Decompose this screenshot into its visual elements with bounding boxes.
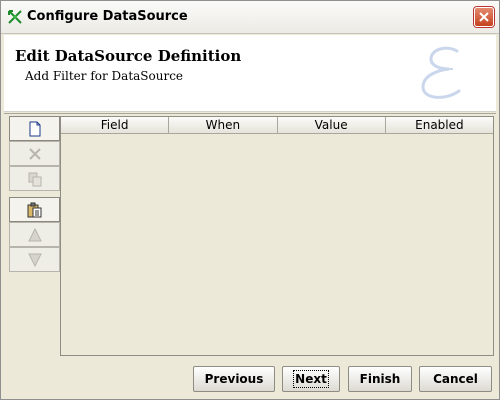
- new-document-icon: [29, 121, 41, 137]
- finish-button[interactable]: Finish: [348, 366, 412, 392]
- paste-icon: [27, 202, 42, 218]
- previous-button-label: Previous: [204, 372, 264, 386]
- title-bar[interactable]: Configure DataSource: [1, 1, 499, 34]
- column-header-enabled[interactable]: Enabled: [385, 117, 493, 134]
- window-title: Configure DataSource: [27, 9, 188, 24]
- next-button-label: Next: [293, 370, 329, 388]
- move-down-button[interactable]: [9, 247, 60, 272]
- filter-table[interactable]: Field When Value Enabled: [60, 116, 494, 356]
- copy-filter-button[interactable]: [9, 166, 60, 191]
- configure-datasource-dialog: Configure DataSource Edit DataSource Def…: [0, 0, 500, 400]
- move-down-icon: [28, 253, 42, 268]
- header-title: Edit DataSource Definition: [15, 47, 242, 65]
- script-e-watermark-icon: [421, 46, 461, 99]
- header-panel: Edit DataSource Definition Add Filter fo…: [4, 35, 496, 112]
- column-header-when[interactable]: When: [169, 117, 278, 134]
- move-up-icon: [28, 227, 42, 242]
- table-header: Field When Value Enabled: [61, 117, 493, 134]
- new-filter-button[interactable]: [9, 116, 60, 141]
- column-header-value[interactable]: Value: [277, 117, 386, 134]
- cancel-button-label: Cancel: [433, 372, 478, 386]
- datasource-app-icon: [8, 10, 22, 24]
- header-subtitle: Add Filter for DataSource: [25, 69, 184, 83]
- finish-button-label: Finish: [359, 372, 401, 386]
- close-icon: [479, 12, 489, 22]
- close-button[interactable]: [474, 7, 494, 27]
- next-button[interactable]: Next: [282, 366, 340, 392]
- previous-button[interactable]: Previous: [193, 366, 275, 392]
- cancel-button[interactable]: Cancel: [419, 366, 492, 392]
- paste-filter-button[interactable]: [9, 197, 60, 222]
- move-up-button[interactable]: [9, 222, 60, 247]
- header-separator: [4, 113, 496, 114]
- column-header-field[interactable]: Field: [61, 117, 170, 134]
- copy-icon: [28, 172, 42, 187]
- delete-x-icon: [29, 148, 41, 160]
- delete-filter-button[interactable]: [9, 141, 60, 166]
